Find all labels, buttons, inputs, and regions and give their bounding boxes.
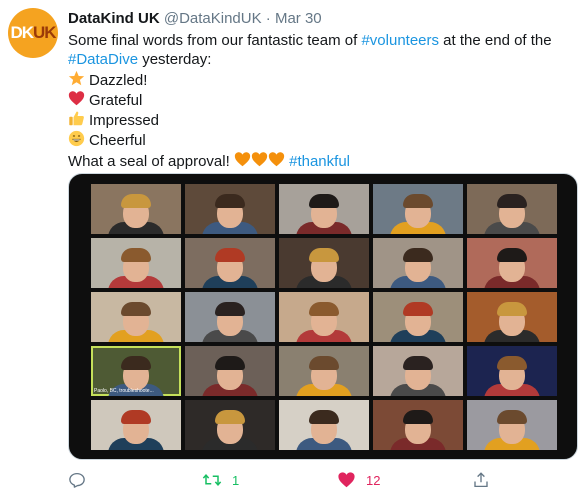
grinning-face-emoji <box>68 131 85 147</box>
retweet-icon <box>202 473 222 487</box>
avatar[interactable]: DKUK <box>8 8 58 58</box>
hashtag-volunteers[interactable]: #volunteers <box>361 32 439 49</box>
orange-hearts <box>234 152 285 170</box>
participant-tile <box>279 400 369 450</box>
tweet-line-1: Some final words from our fantastic team… <box>68 32 552 49</box>
participant-tile <box>467 346 557 396</box>
feeling-grateful: Grateful <box>68 90 578 110</box>
tweet-date[interactable]: Mar 30 <box>275 10 322 27</box>
tweet-header: DataKind UK @DataKindUK · Mar 30 <box>68 9 322 29</box>
active-speaker-tile: Paolo, BC, troubleshoote... <box>91 346 181 396</box>
participant-tile <box>373 184 463 234</box>
orange-heart-emoji <box>251 152 268 167</box>
participant-tile <box>279 292 369 342</box>
participant-tile <box>373 238 463 288</box>
like-button[interactable]: 12 <box>337 470 380 490</box>
participant-tile <box>279 238 369 288</box>
feeling-impressed: Impressed <box>68 110 578 130</box>
tweet-text: Some final words from our fantastic team… <box>68 31 578 171</box>
participant-tile <box>467 400 557 450</box>
participant-tile <box>373 346 463 396</box>
video-call-photo[interactable]: Paolo, BC, troubleshoote... <box>68 173 578 460</box>
participant-tile <box>279 184 369 234</box>
orange-heart-emoji <box>268 152 285 167</box>
hashtag-datadive[interactable]: #DataDive <box>68 51 138 68</box>
feeling-dazzled: Dazzled! <box>68 70 578 90</box>
participant-tile <box>467 292 557 342</box>
participant-tile <box>91 238 181 288</box>
feeling-cheerful: Cheerful <box>68 130 578 150</box>
participant-tile <box>467 238 557 288</box>
reply-button[interactable] <box>68 470 86 490</box>
share-button[interactable] <box>472 470 490 490</box>
display-name[interactable]: DataKind UK <box>68 10 160 27</box>
thumbs-up-emoji <box>69 111 84 126</box>
header-separator: · <box>265 10 271 27</box>
red-heart-emoji <box>68 91 85 106</box>
like-count: 12 <box>366 472 381 488</box>
participant-tile <box>91 400 181 450</box>
orange-heart-emoji <box>234 152 251 167</box>
participant-name-label: Paolo, BC, troubleshoote... <box>94 388 154 394</box>
participant-tile <box>91 184 181 234</box>
hashtag-thankful[interactable]: #thankful <box>289 153 350 170</box>
participant-tile <box>373 292 463 342</box>
participant-tile <box>185 400 275 450</box>
tweet-closing-line: What a seal of approval! #thankful <box>68 152 350 170</box>
tweet-actions: 1 12 <box>68 470 578 490</box>
reply-icon <box>69 472 85 488</box>
participant-tile <box>279 346 369 396</box>
avatar-logo: DKUK <box>10 23 56 42</box>
participant-tile <box>373 400 463 450</box>
participant-tile <box>185 346 275 396</box>
participant-tile <box>467 184 557 234</box>
heart-icon <box>338 472 355 488</box>
participant-tile <box>91 292 181 342</box>
tweet-line-2: #DataDive yesterday: <box>68 51 212 69</box>
retweet-button[interactable]: 1 <box>202 470 239 490</box>
retweet-count: 1 <box>232 472 240 488</box>
star-emoji <box>68 70 85 85</box>
participant-tile <box>185 238 275 288</box>
share-icon <box>474 472 488 488</box>
participant-tile <box>185 292 275 342</box>
participant-tile <box>185 184 275 234</box>
user-handle[interactable]: @DataKindUK <box>164 10 262 27</box>
